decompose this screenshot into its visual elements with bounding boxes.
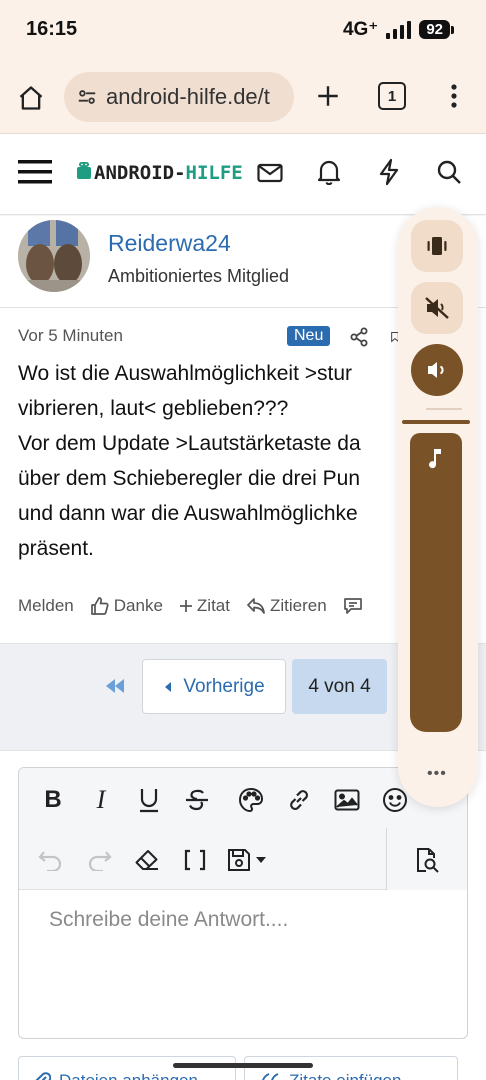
home-indicator[interactable] — [173, 1063, 313, 1068]
author-role: Ambitioniertes Mitglied — [108, 266, 290, 286]
reply-icon — [247, 598, 265, 614]
hamburger-menu-icon[interactable] — [18, 157, 52, 187]
floppy-disk-icon — [228, 849, 250, 871]
thanks-button[interactable]: Danke — [90, 596, 163, 616]
preview-icon[interactable] — [411, 844, 443, 876]
vibrate-mode-button[interactable] — [411, 220, 463, 272]
logo-text-part1: ANDROID- — [94, 162, 186, 184]
thumbs-up-icon — [90, 597, 109, 615]
report-button[interactable]: Melden — [18, 596, 74, 616]
quote-label: Zitat — [196, 596, 230, 615]
volume-divider — [426, 408, 462, 410]
site-settings-icon[interactable] — [76, 86, 98, 108]
post-timestamp[interactable]: Vor 5 Minuten — [18, 326, 123, 346]
undo-icon[interactable] — [35, 844, 67, 876]
url-text: android-hilfe.de/t — [106, 84, 270, 109]
quote-marks-icon — [261, 1073, 279, 1080]
network-type: 4G⁺ — [342, 19, 379, 40]
thanks-label: Danke — [113, 596, 163, 615]
first-page-icon[interactable] — [100, 674, 130, 698]
volume-track — [402, 420, 470, 424]
url-bar[interactable]: android-hilfe.de/t — [64, 72, 294, 122]
mail-icon[interactable] — [255, 159, 285, 187]
reply-quote-button[interactable]: Zitieren — [246, 596, 327, 616]
previous-page-button[interactable]: Vorherige — [142, 659, 286, 714]
insert-quotes-label: Zitate einfügen — [289, 1071, 401, 1080]
plus-icon — [179, 600, 192, 612]
new-badge: Neu — [287, 326, 331, 346]
reply-quote-label: Zitieren — [269, 596, 327, 615]
comment-icon — [343, 598, 362, 614]
sound-mode-button[interactable] — [411, 344, 463, 396]
comment-button[interactable] — [343, 597, 363, 615]
browser-toolbar: android-hilfe.de/t 1 — [0, 60, 486, 134]
author-name-link[interactable]: Reiderwa24 — [108, 230, 231, 257]
status-icons: 4G⁺ 92 — [342, 18, 454, 41]
redo-icon[interactable] — [83, 844, 115, 876]
reply-input[interactable]: Schreibe deine Antwort.... — [49, 908, 288, 932]
status-bar: 16:15 4G⁺ 92 — [0, 0, 486, 60]
home-icon[interactable] — [14, 82, 48, 114]
vibrate-icon — [427, 237, 447, 255]
more-options-icon[interactable]: ••• — [427, 765, 447, 783]
paperclip-icon — [35, 1072, 51, 1080]
editor-footer: Dateien anhängen Zitate einfügen — [18, 1056, 468, 1080]
media-volume-slider[interactable] — [410, 433, 462, 732]
lightning-icon[interactable] — [374, 157, 404, 187]
bold-icon[interactable]: B — [37, 784, 69, 816]
code-brackets-icon[interactable] — [179, 844, 211, 876]
caret-down-icon — [256, 857, 266, 863]
battery-icon: 92 — [419, 20, 454, 39]
volume-panel: ••• — [398, 207, 478, 807]
previous-page-label: Vorherige — [183, 675, 265, 697]
preview-toggle-area — [386, 828, 467, 890]
android-robot-icon — [77, 162, 91, 179]
underline-icon[interactable] — [133, 784, 165, 816]
logo-text-part2: HILFE — [185, 162, 243, 184]
reply-editor: B I Schreibe deine Antwort.... — [18, 767, 468, 1039]
site-logo[interactable]: ANDROID- HILFE — [76, 161, 243, 185]
more-menu-icon[interactable] — [440, 80, 468, 112]
tab-switcher-button[interactable]: 1 — [378, 82, 406, 110]
link-icon[interactable] — [283, 784, 315, 816]
save-draft-dropdown[interactable] — [223, 844, 271, 876]
volume-up-icon — [428, 362, 444, 378]
signal-icon — [386, 20, 412, 39]
report-label: Melden — [18, 596, 74, 615]
search-icon[interactable] — [434, 157, 464, 187]
bell-icon[interactable] — [314, 157, 344, 187]
insert-quotes-button[interactable]: Zitate einfügen — [244, 1056, 458, 1080]
share-icon[interactable] — [348, 326, 370, 348]
image-icon[interactable] — [331, 784, 363, 816]
mute-mode-button[interactable] — [411, 282, 463, 334]
status-time: 16:15 — [26, 18, 78, 40]
attach-files-label: Dateien anhängen — [59, 1071, 198, 1080]
new-tab-icon[interactable] — [312, 80, 344, 112]
caret-left-icon — [165, 681, 172, 692]
post-actions: Melden Danke Zitat Zitieren — [18, 596, 363, 616]
volume-off-icon — [425, 297, 449, 319]
color-palette-icon[interactable] — [235, 784, 267, 816]
current-page-indicator[interactable]: 4 von 4 — [292, 659, 387, 714]
quote-button[interactable]: Zitat — [179, 596, 230, 616]
avatar[interactable] — [18, 220, 90, 292]
italic-icon[interactable]: I — [85, 784, 117, 816]
attach-files-button[interactable]: Dateien anhängen — [18, 1056, 236, 1080]
site-header: ANDROID- HILFE — [0, 135, 486, 215]
strikethrough-icon[interactable] — [181, 784, 213, 816]
eraser-icon[interactable] — [131, 844, 163, 876]
editor-toolbar: B I — [19, 768, 467, 890]
music-note-icon — [429, 449, 441, 469]
